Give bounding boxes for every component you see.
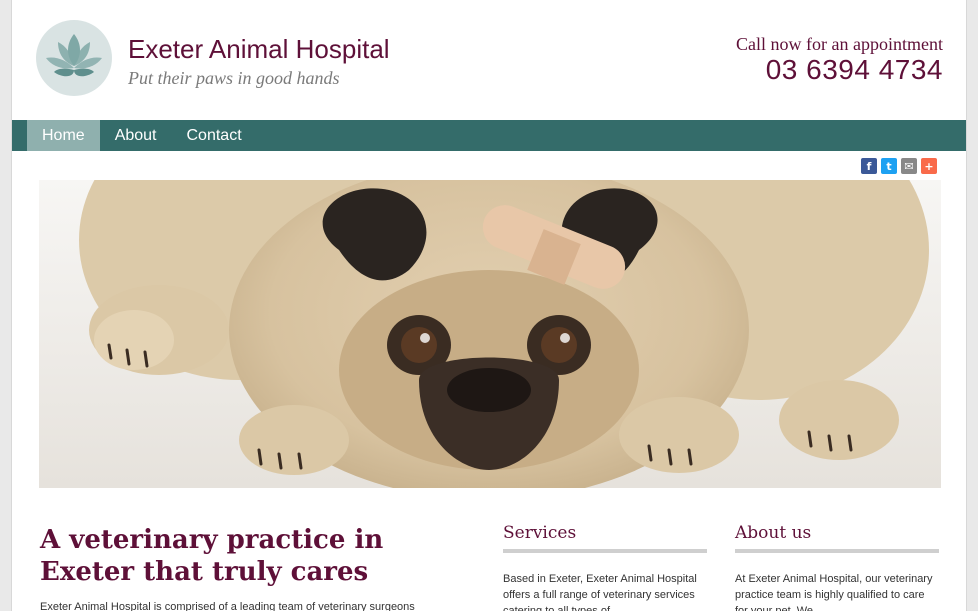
site-tagline: Put their paws in good hands [128, 68, 340, 88]
services-title[interactable]: Services [503, 523, 707, 553]
share-bar: f t ✉ + [861, 158, 937, 174]
pug-with-bandage-image [39, 180, 941, 488]
more-icon[interactable]: + [921, 158, 937, 174]
hero-image [39, 180, 941, 488]
intro-text: Exeter Animal Hospital is comprised of a… [40, 601, 415, 611]
phone-number[interactable]: 03 6394 4734 [766, 54, 943, 86]
nav-item-contact[interactable]: Contact [172, 120, 257, 151]
page-heading: A veterinary practice in Exeter that tru… [40, 525, 384, 587]
facebook-icon[interactable]: f [861, 158, 877, 174]
nav-item-about[interactable]: About [100, 120, 172, 151]
twitter-icon[interactable]: t [881, 158, 897, 174]
page: Exeter Animal Hospital Put their paws in… [11, 0, 967, 611]
about-title[interactable]: About us [735, 523, 939, 553]
nav-item-home[interactable]: Home [27, 120, 100, 151]
call-label: Call now for an appointment [736, 34, 943, 54]
email-icon[interactable]: ✉ [901, 158, 917, 174]
services-text: Based in Exeter, Exeter Animal Hospital … [503, 573, 697, 611]
main-nav: Home About Contact [12, 120, 966, 151]
about-section: About us At Exeter Animal Hospital, our … [735, 523, 939, 611]
site-title[interactable]: Exeter Animal Hospital [128, 34, 390, 65]
site-header: Exeter Animal Hospital Put their paws in… [12, 0, 966, 120]
about-text: At Exeter Animal Hospital, our veterinar… [735, 573, 933, 611]
services-section: Services Based in Exeter, Exeter Animal … [503, 523, 707, 611]
lotus-logo-icon[interactable] [36, 20, 112, 96]
